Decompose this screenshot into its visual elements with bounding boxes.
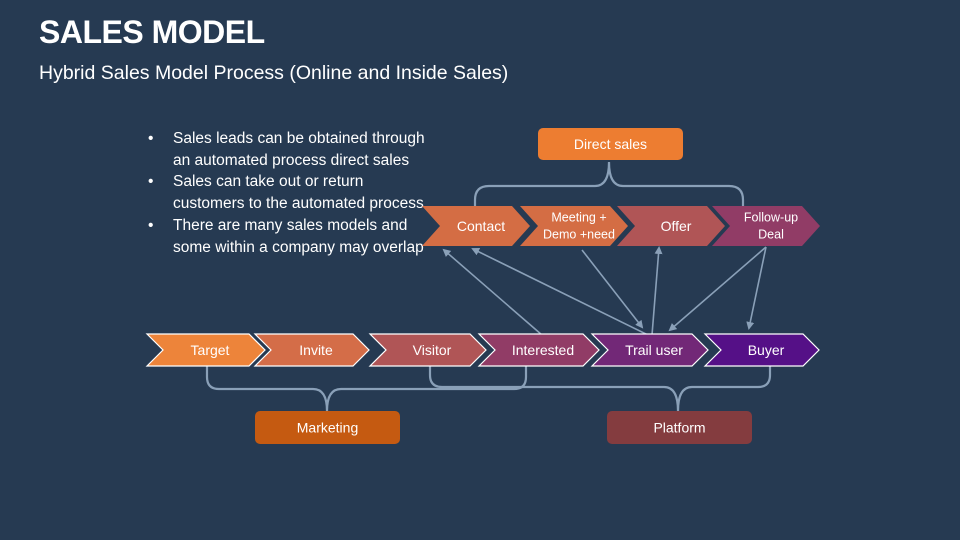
connection-arrows <box>442 246 767 336</box>
marketing-box: Marketing <box>255 411 400 444</box>
funnel-step-label: Buyer <box>748 342 785 358</box>
funnel-step-label: Target <box>191 342 230 358</box>
funnel-step-label: Interested <box>512 342 574 358</box>
funnel-step-label: Visitor <box>413 342 452 358</box>
direct-step-label: Offer <box>661 218 692 234</box>
arrow-meeting-to-trail_user <box>581 249 644 329</box>
funnel-step-visitor: Visitor <box>368 333 487 367</box>
group-braces <box>205 161 772 412</box>
funnel-step-label: Trail user <box>625 342 683 358</box>
platform-box-label: Platform <box>653 420 705 436</box>
platform-box: Platform <box>607 411 752 444</box>
arrow-trail_user-to-offer <box>651 246 663 336</box>
arrow-interested-to-contact <box>442 248 543 336</box>
arrow-trail_user-to-contact <box>471 248 649 336</box>
direct-sales-box: Direct sales <box>538 128 683 160</box>
direct-step-meeting: Meeting + Demo +need <box>520 206 628 246</box>
funnel-step-invite: Invite <box>253 333 370 367</box>
direct-step-label: Contact <box>457 218 505 234</box>
direct-step-followup: Follow-up Deal <box>712 206 820 246</box>
funnel-step-interested: Interested <box>477 333 600 367</box>
direct-step-label: Follow-up <box>744 211 798 225</box>
direct-step-label: Deal <box>758 228 784 242</box>
marketing-brace <box>205 366 528 412</box>
direct-step-offer: Offer <box>617 206 725 246</box>
online-funnel-row: Target Invite Visitor Interested Trail user B… <box>145 333 820 367</box>
direct-step-label: Demo +need <box>543 228 615 242</box>
direct-sales-row: Contact Meeting + Demo +need Offer Follow-up… <box>422 206 820 246</box>
direct-step-label: Meeting + <box>551 211 606 225</box>
direct-step-contact: Contact <box>422 206 530 246</box>
funnel-step-label: Invite <box>299 342 333 358</box>
direct-sales-box-label: Direct sales <box>574 136 647 152</box>
marketing-box-label: Marketing <box>297 420 358 436</box>
funnel-step-trail_user: Trail user <box>590 333 709 367</box>
sales-process-diagram: Contact Meeting + Demo +need Offer Follow-up… <box>145 128 820 444</box>
direct-sales-brace <box>473 161 745 206</box>
funnel-step-target: Target <box>145 333 266 367</box>
funnel-step-buyer: Buyer <box>703 333 820 367</box>
